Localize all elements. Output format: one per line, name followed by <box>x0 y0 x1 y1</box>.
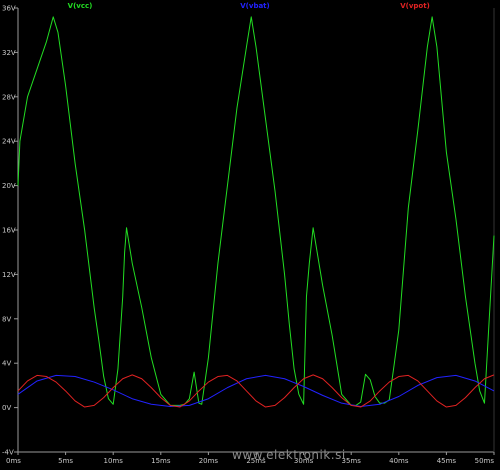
chart-svg: 36V 32V 28V 24V 20V 16V 12V 8V 4V 0V -4V 0ms 5ms 10m… <box>0 0 500 466</box>
y-tick-label: 36V <box>2 5 16 13</box>
x-tick-label: 45ms <box>437 457 457 465</box>
y-tick-label: 0V <box>2 404 11 412</box>
y-tick-label: 8V <box>2 315 11 323</box>
x-tick-label: 40ms <box>389 457 409 465</box>
legend-entry-1: V(vcc) <box>68 2 93 10</box>
y-tick-label: 32V <box>2 49 16 57</box>
y-tick-label: 12V <box>2 271 16 279</box>
y-tick-label: 28V <box>2 93 16 101</box>
x-tick-label: 50ms <box>475 457 495 465</box>
y-tick-label: 24V <box>2 138 16 146</box>
watermark-text: www.elektronik.si <box>232 448 346 462</box>
legend-entry-3: V(vpot) <box>400 2 430 10</box>
x-tick-label: 20ms <box>199 457 219 465</box>
y-tick-label: -4V <box>2 449 14 457</box>
y-tick-label: 16V <box>2 227 16 235</box>
legend-entry-2: V(vbat) <box>240 2 269 10</box>
x-tick-label: 15ms <box>151 457 171 465</box>
x-tick-label: 10ms <box>104 457 124 465</box>
x-tick-label: 0ms <box>6 457 21 465</box>
plot-area: 36V 32V 28V 24V 20V 16V 12V 8V 4V 0V -4V 0ms 5ms 10m… <box>0 0 500 466</box>
y-tick-label: 20V <box>2 182 16 190</box>
y-tick-label: 4V <box>2 360 11 368</box>
x-tick-label: 5ms <box>58 457 73 465</box>
